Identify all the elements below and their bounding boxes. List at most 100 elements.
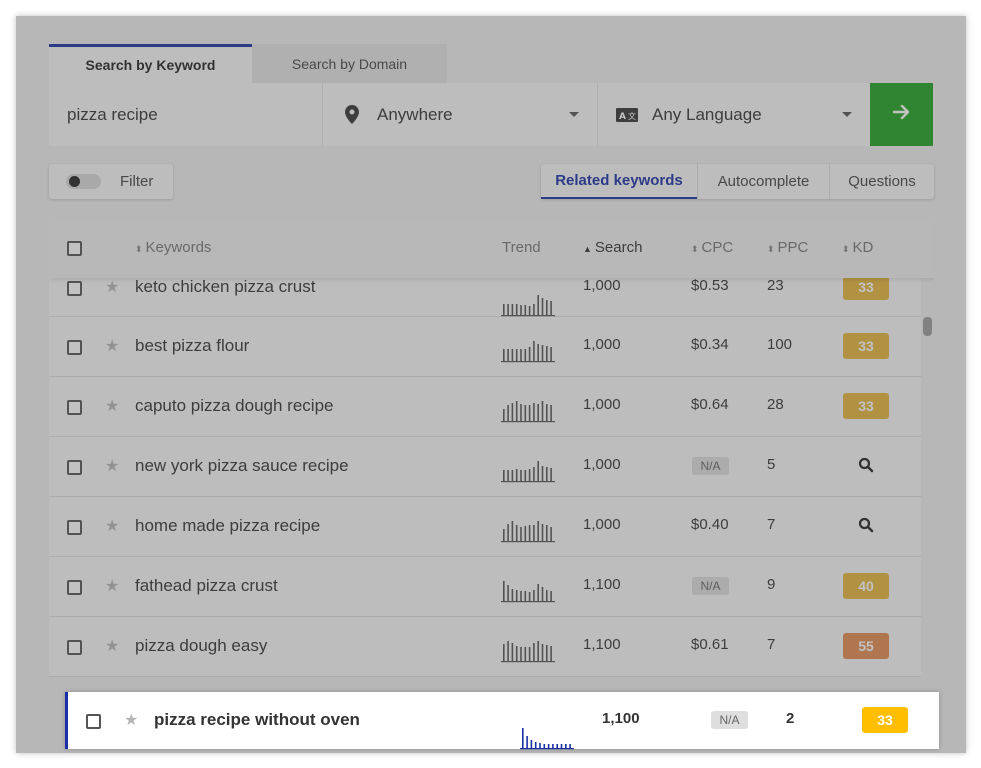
table-scrollbar[interactable] <box>923 317 932 336</box>
trend-bar <box>507 641 509 661</box>
search-volume-cell: 1,000 <box>583 456 621 473</box>
trend-bar <box>515 304 518 315</box>
table-body: ★ keto chicken pizza crust 1,000 23 $0.53 33 ★… <box>49 274 921 677</box>
keyword-cell[interactable]: pizza recipe without oven <box>154 710 360 730</box>
select-all-checkbox[interactable] <box>67 241 82 256</box>
language-select[interactable]: A文 Any Language <box>597 83 870 146</box>
trend-bar <box>528 525 531 541</box>
star-icon[interactable]: ★ <box>124 710 138 730</box>
keyword-input[interactable] <box>49 83 322 146</box>
star-icon[interactable]: ★ <box>105 336 119 356</box>
trend-bar <box>550 301 552 315</box>
cpc-na-badge: N/A <box>692 457 729 475</box>
trend-sparkline <box>501 579 555 603</box>
keyword-cell[interactable]: keto chicken pizza crust <box>135 277 315 297</box>
star-icon[interactable]: ★ <box>105 636 119 656</box>
table-row[interactable]: ★ pizza dough easy 1,100 7 $0.61 55 <box>49 617 921 677</box>
tab-questions[interactable]: Questions <box>829 164 934 199</box>
trend-bar <box>528 306 531 315</box>
table-row[interactable]: ★ home made pizza recipe 1,000 7 $0.40 <box>49 497 921 557</box>
header-kd[interactable]: ⬍ KD <box>842 239 873 256</box>
row-checkbox[interactable] <box>67 340 82 355</box>
search-go-button[interactable] <box>870 83 933 146</box>
trend-bar <box>520 470 522 481</box>
trend-bar <box>503 304 505 315</box>
trend-bar <box>546 467 548 481</box>
trend-bar <box>546 525 548 541</box>
trend-bar <box>515 646 518 661</box>
tab-search-by-domain[interactable]: Search by Domain <box>252 44 447 83</box>
trend-bar <box>511 589 514 601</box>
row-checkbox[interactable] <box>67 460 82 475</box>
chevron-down-icon <box>569 112 579 117</box>
filter-toggle[interactable] <box>66 174 101 189</box>
header-search[interactable]: ▲ Search <box>583 239 642 256</box>
row-checkbox[interactable] <box>67 640 82 655</box>
trend-bar <box>533 525 535 541</box>
cpc-cell: $0.61 <box>691 636 729 653</box>
trend-baseline <box>501 481 555 483</box>
trend-bar <box>530 740 533 748</box>
search-icon[interactable] <box>858 517 874 538</box>
location-select[interactable]: Anywhere <box>322 83 597 146</box>
trend-sparkline <box>501 339 555 363</box>
star-icon[interactable]: ★ <box>105 277 119 297</box>
row-checkbox[interactable] <box>67 281 82 296</box>
keyword-cell[interactable]: home made pizza recipe <box>135 516 320 536</box>
row-checkbox[interactable] <box>86 714 101 729</box>
highlighted-table-row[interactable]: ★ pizza recipe without oven 1,100 2 N/A 33 <box>65 692 939 750</box>
trend-bar <box>550 405 552 421</box>
keyword-cell[interactable]: pizza dough easy <box>135 636 267 656</box>
table-row[interactable]: ★ fathead pizza crust 1,100 9 N/A 40 <box>49 557 921 617</box>
trend-bar <box>556 744 558 748</box>
row-checkbox[interactable] <box>67 580 82 595</box>
star-icon[interactable]: ★ <box>105 396 119 416</box>
svg-text:文: 文 <box>628 111 636 121</box>
header-keywords[interactable]: ⬍ Keywords <box>135 239 211 256</box>
trend-sparkline <box>501 459 555 483</box>
search-volume-cell: 1,000 <box>583 277 621 294</box>
trend-bar <box>515 469 518 481</box>
result-mode-switch: Related keywords Autocomplete Questions <box>541 164 934 199</box>
star-icon[interactable]: ★ <box>105 456 119 476</box>
row-checkbox[interactable] <box>67 520 82 535</box>
table-row[interactable]: ★ new york pizza sauce recipe 1,000 5 N/A <box>49 437 921 497</box>
trend-bar <box>534 742 537 748</box>
keyword-cell[interactable]: fathead pizza crust <box>135 576 278 596</box>
trend-bar <box>533 403 535 421</box>
trend-bar <box>533 643 535 661</box>
trend-bar <box>520 591 522 601</box>
trend-bar <box>520 527 522 541</box>
cpc-cell: $0.40 <box>691 516 729 533</box>
trend-bar <box>541 298 544 315</box>
keyword-cell[interactable]: new york pizza sauce recipe <box>135 456 349 476</box>
trend-bar <box>515 401 518 421</box>
keyword-cell[interactable]: best pizza flour <box>135 336 249 356</box>
trend-bar <box>528 405 531 421</box>
row-checkbox[interactable] <box>67 400 82 415</box>
header-ppc-label: PPC <box>777 239 809 256</box>
trend-bar <box>524 526 527 541</box>
cpc-na-badge: N/A <box>711 711 748 729</box>
tab-related-keywords[interactable]: Related keywords <box>541 164 697 199</box>
filter-label: Filter <box>120 173 154 190</box>
cpc-cell: $0.34 <box>691 336 729 353</box>
header-ppc[interactable]: ⬍ PPC <box>767 239 808 256</box>
trend-bar <box>511 349 514 361</box>
filter-button[interactable]: Filter <box>49 164 173 199</box>
app-window: Search by Keyword Search by Domain Anywh… <box>16 16 966 753</box>
table-row[interactable]: ★ keto chicken pizza crust 1,000 23 $0.53 33 <box>49 274 921 317</box>
keyword-cell[interactable]: caputo pizza dough recipe <box>135 396 333 416</box>
trend-bar <box>539 743 541 748</box>
trend-bar <box>537 295 539 315</box>
tab-search-by-keyword[interactable]: Search by Keyword <box>49 44 252 83</box>
table-row[interactable]: ★ best pizza flour 1,000 100 $0.34 33 <box>49 317 921 377</box>
table-row[interactable]: ★ caputo pizza dough recipe 1,000 28 $0.64 33 <box>49 377 921 437</box>
header-cpc[interactable]: ⬍ CPC <box>691 239 733 256</box>
star-icon[interactable]: ★ <box>105 576 119 596</box>
trend-bar <box>541 345 544 361</box>
trend-bar <box>537 461 539 481</box>
search-icon[interactable] <box>858 457 874 478</box>
tab-autocomplete[interactable]: Autocomplete <box>697 164 829 199</box>
star-icon[interactable]: ★ <box>105 516 119 536</box>
